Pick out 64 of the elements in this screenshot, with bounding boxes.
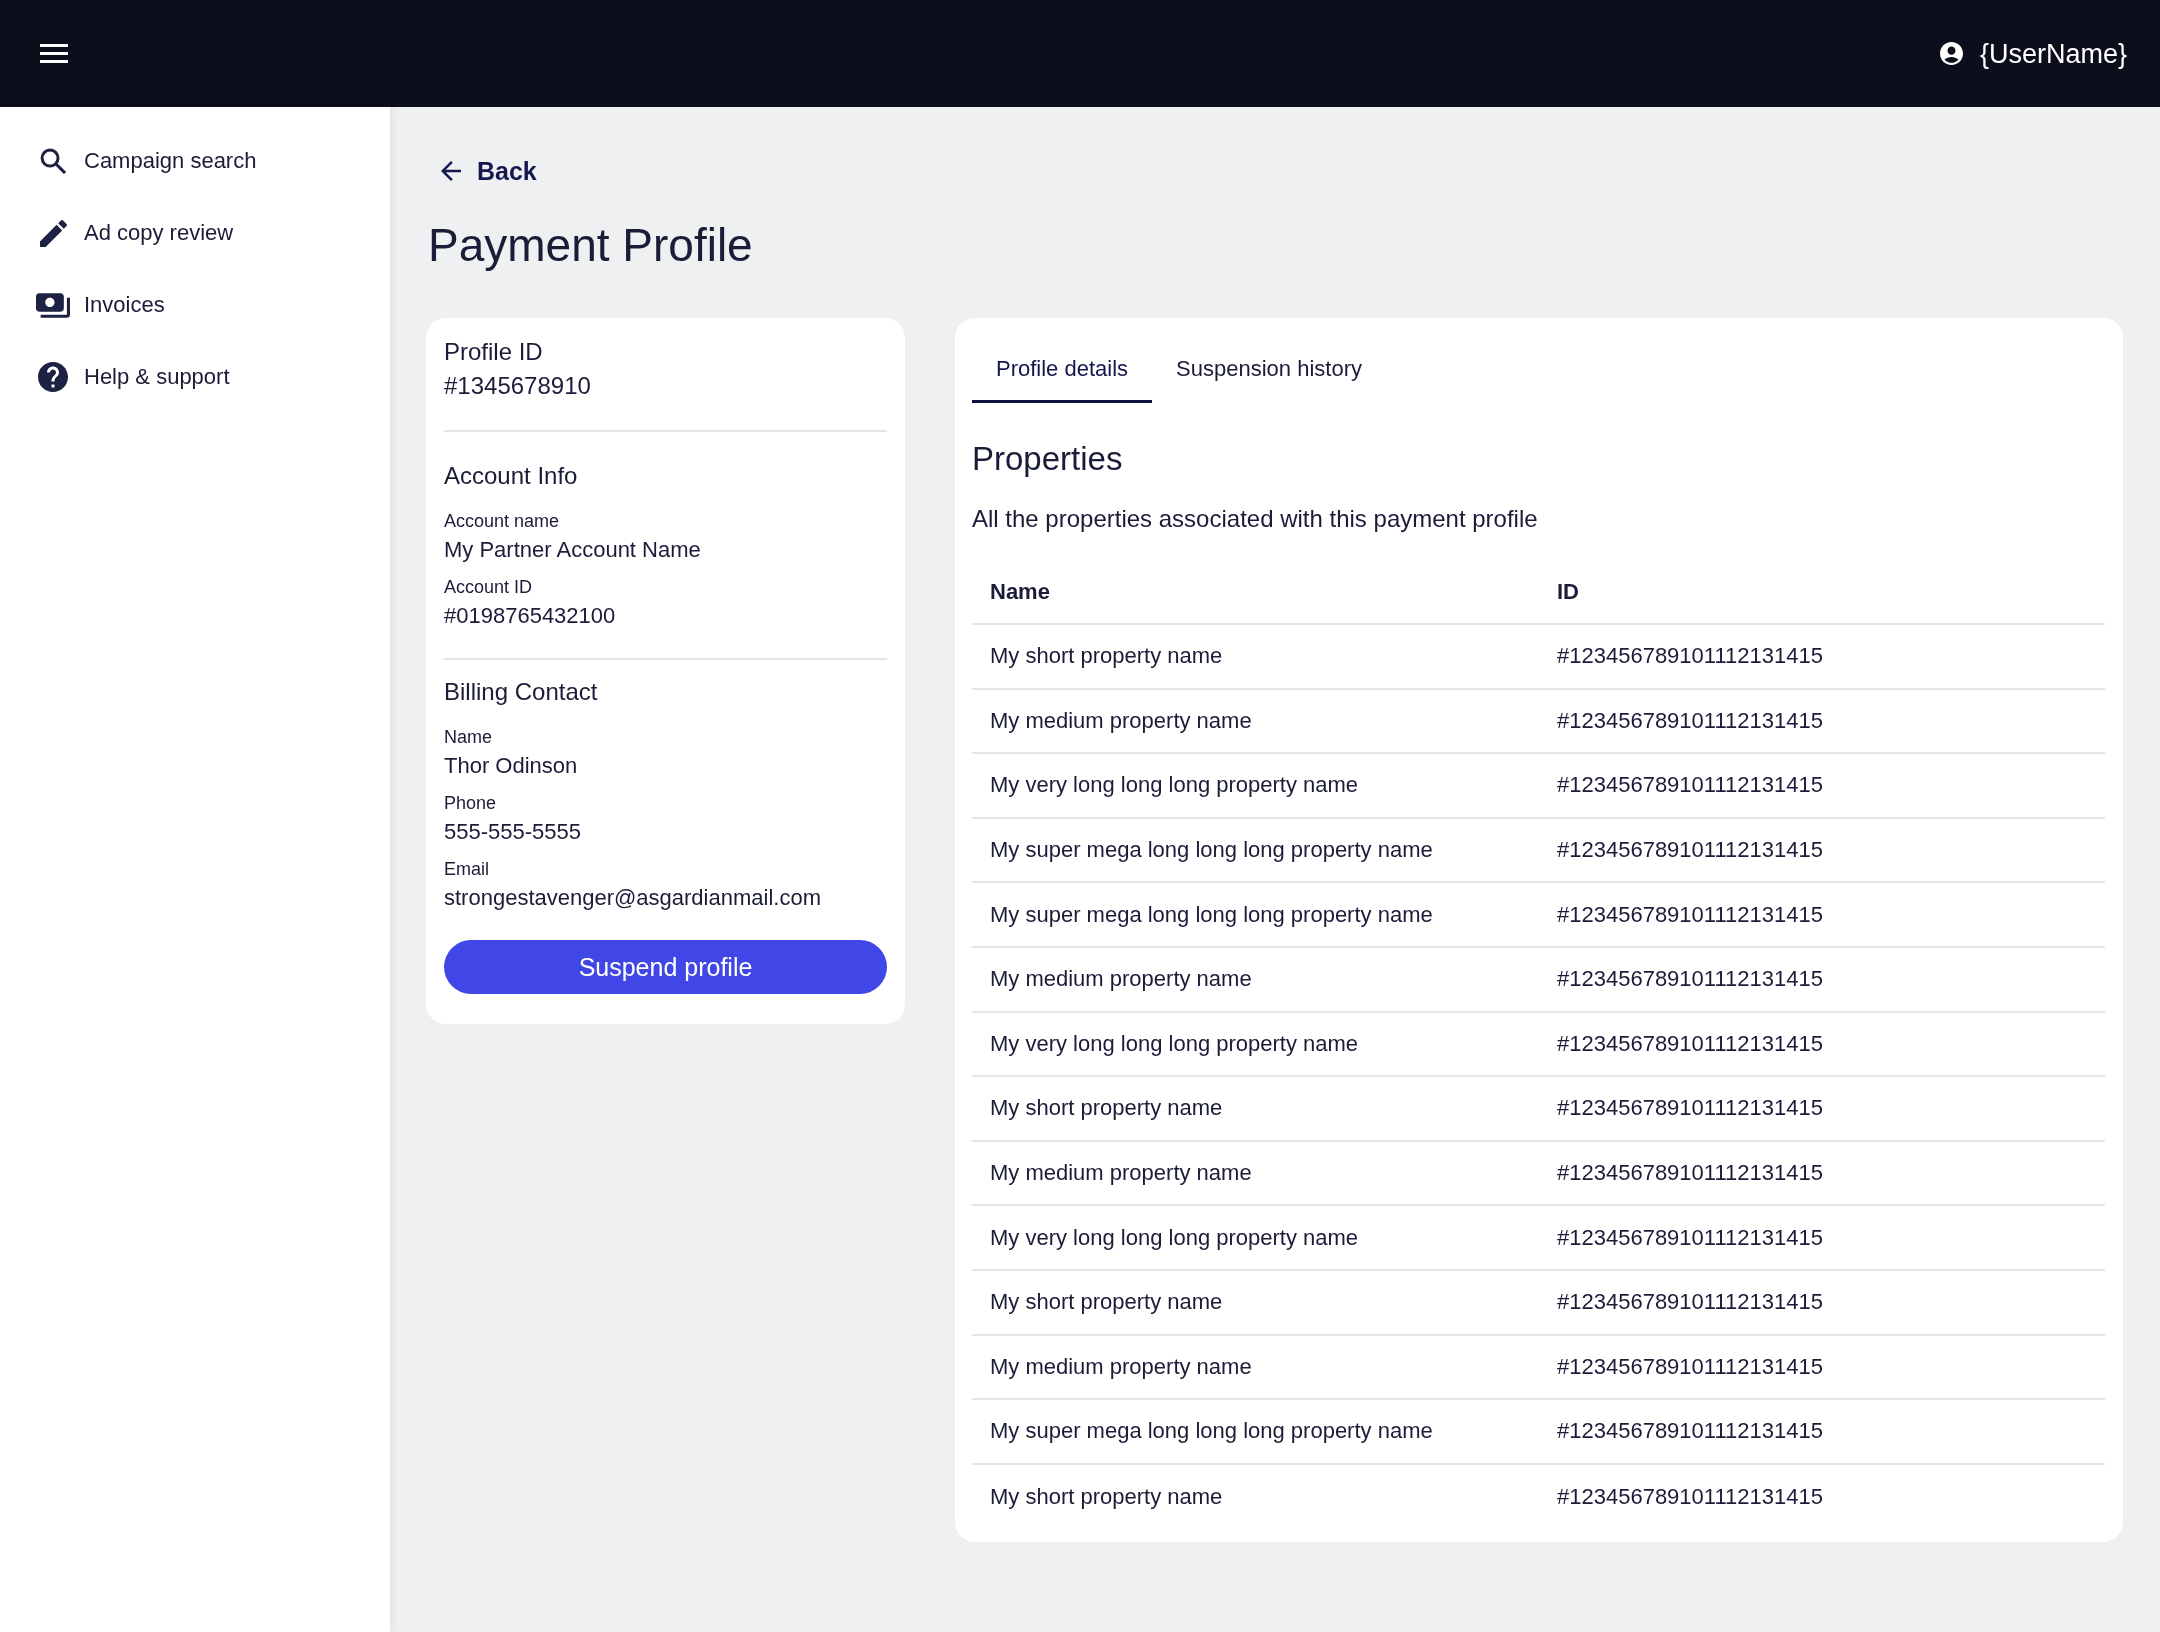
table-cell: My very long long long property name: [972, 1011, 1539, 1077]
table-cell: #123456789101112131415: [1539, 1011, 2105, 1077]
profile-id-label: Profile ID: [444, 337, 544, 367]
help-icon: [38, 362, 68, 392]
table-cell: #123456789101112131415: [1539, 817, 2105, 883]
sidebar-link[interactable]: Help & support: [36, 362, 230, 392]
table-cell: My short property name: [972, 1463, 1539, 1529]
search-icon: [40, 148, 66, 174]
menu-icon: [40, 44, 68, 63]
suspend-profile-button[interactable]: Suspend profile: [444, 940, 887, 994]
table-cell: My medium property name: [972, 1140, 1539, 1206]
field-label: Account ID: [444, 576, 534, 599]
table-cell: #123456789101112131415: [1539, 1140, 2105, 1206]
table-cell: My short property name: [972, 624, 1539, 689]
table-cell: My very long long long property name: [972, 753, 1539, 818]
field-value: #0198765432100: [444, 602, 617, 630]
back-arrow-icon: [441, 161, 461, 181]
field-value: Thor Odinson: [444, 752, 579, 780]
column-header: Name: [972, 560, 1539, 624]
banknotes-icon: [36, 292, 70, 318]
tab[interactable]: Profile details: [972, 335, 1153, 403]
table-cell: #123456789101112131415: [1539, 1399, 2105, 1464]
sidebar-link[interactable]: Ad copy review: [36, 218, 234, 248]
table-cell: #123456789101112131415: [1539, 882, 2105, 947]
field-label: Name: [444, 726, 493, 749]
table-cell: #123456789101112131415: [1539, 1076, 2105, 1141]
table-cell: #123456789101112131415: [1539, 1334, 2105, 1400]
table-cell: My medium property name: [972, 946, 1539, 1012]
back-link[interactable]: Back: [441, 154, 537, 188]
field-value: strongestavenger@asgardianmail.com: [444, 884, 822, 912]
table-cell: #123456789101112131415: [1539, 1205, 2105, 1270]
sidebar-link[interactable]: Campaign search: [36, 146, 257, 176]
table-cell: My medium property name: [972, 1334, 1539, 1400]
table-cell: #123456789101112131415: [1539, 753, 2105, 818]
table-cell: My super mega long long long property name: [972, 1399, 1539, 1464]
field-label: Account name: [444, 510, 561, 533]
section-description: All the properties associated with this payment profile: [972, 504, 1539, 534]
table-cell: #123456789101112131415: [1539, 1269, 2105, 1335]
pencil-icon: [39, 219, 67, 247]
table-cell: #123456789101112131415: [1539, 624, 2105, 689]
table-cell: #123456789101112131415: [1539, 946, 2105, 1012]
table-cell: My super mega long long long property name: [972, 882, 1539, 947]
table-cell: My short property name: [972, 1269, 1539, 1335]
table-cell: #123456789101112131415: [1539, 688, 2105, 754]
field-label: Phone: [444, 792, 498, 815]
field-label: Email: [444, 858, 490, 881]
section-heading: Properties: [972, 439, 1124, 479]
section-heading: Account Info: [444, 461, 579, 491]
table-cell: My super mega long long long property name: [972, 817, 1539, 883]
field-value: My Partner Account Name: [444, 536, 702, 564]
table-cell: My short property name: [972, 1076, 1539, 1141]
table-cell: My medium property name: [972, 688, 1539, 754]
tab[interactable]: Suspension history: [1152, 335, 1386, 403]
user-icon: [1939, 42, 1963, 65]
sidebar-link[interactable]: Invoices: [36, 290, 165, 320]
field-value: 555-555-5555: [444, 818, 582, 846]
profile-id-value: #1345678910: [444, 371, 592, 401]
user-menu-button[interactable]: {UserName}: [1939, 37, 2127, 70]
column-header: ID: [1539, 560, 2105, 624]
table-cell: My very long long long property name: [972, 1205, 1539, 1270]
page-title: Payment Profile: [428, 218, 754, 273]
table-cell: #123456789101112131415: [1539, 1463, 2105, 1529]
section-heading: Billing Contact: [444, 677, 599, 707]
menu-button[interactable]: [40, 44, 68, 63]
